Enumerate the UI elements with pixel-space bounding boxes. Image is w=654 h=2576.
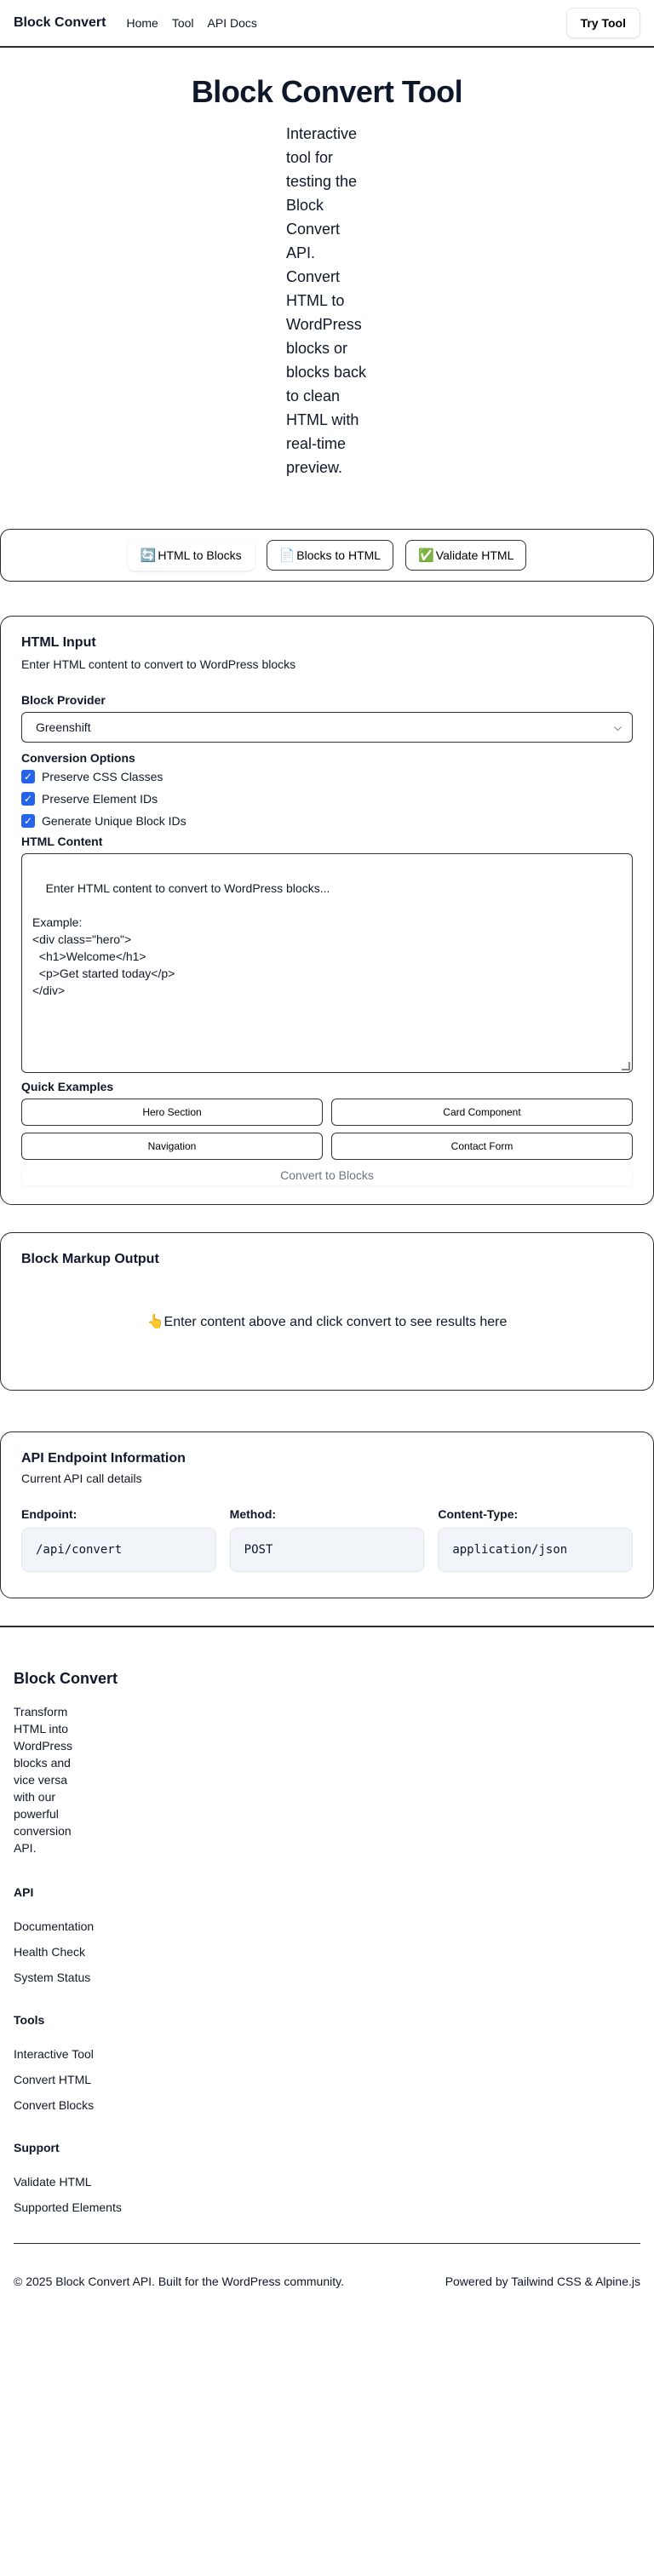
tab-blocks-to-html[interactable]: 📄 Blocks to HTML (266, 540, 394, 571)
tab-label: HTML to Blocks (158, 548, 242, 563)
api-endpoint-field: Endpoint: /api/convert (21, 1507, 216, 1573)
footer-heading-tools: Tools (14, 2013, 45, 2028)
footer-description: Transform HTML into WordPress blocks and… (14, 1705, 72, 1856)
nav-link-home[interactable]: Home (126, 16, 158, 30)
tab-label: Validate HTML (435, 548, 514, 563)
footer-bottom-bar: © 2025 Block Convert API. Built for the … (14, 2243, 640, 2288)
site-footer: Block Convert Transform HTML into WordPr… (0, 1626, 654, 2288)
footer-link-health-check[interactable]: Health Check (14, 1945, 640, 1959)
api-endpoint-card: API Endpoint Information Current API cal… (0, 1431, 654, 1599)
resize-handle-icon[interactable] (622, 1062, 630, 1071)
footer-link-validate-html[interactable]: Validate HTML (14, 2175, 640, 2189)
arrows-cycle-icon: 🔄 (140, 548, 157, 564)
api-method-value: POST (229, 1528, 425, 1573)
option-label: Preserve CSS Classes (42, 770, 164, 784)
api-endpoint-value: /api/convert (21, 1528, 216, 1573)
example-contact-form-button[interactable]: Contact Form (331, 1133, 633, 1161)
html-content-textarea[interactable]: Enter HTML content to convert to WordPre… (21, 853, 633, 1074)
footer-heading-support: Support (14, 2141, 60, 2155)
footer-link-documentation[interactable]: Documentation (14, 1919, 640, 1933)
quick-examples-grid: Hero Section Card Component Navigation C… (21, 1099, 633, 1161)
checkbox-checked-icon[interactable]: ✓ (21, 792, 35, 806)
convert-to-blocks-button[interactable]: Convert to Blocks (21, 1165, 633, 1186)
api-field-label: Method: (229, 1507, 277, 1522)
example-hero-section-button[interactable]: Hero Section (21, 1099, 323, 1127)
block-markup-output-card: Block Markup Output 👆Enter content above… (0, 1232, 654, 1391)
api-field-label: Content-Type: (438, 1507, 519, 1522)
footer-link-interactive-tool[interactable]: Interactive Tool (14, 2047, 640, 2061)
option-label: Preserve Element IDs (42, 792, 158, 806)
empty-output-text: Enter content above and click convert to… (164, 1315, 508, 1330)
card-title: Block Markup Output (21, 1252, 159, 1267)
checkbox-checked-icon[interactable]: ✓ (21, 814, 35, 829)
example-card-component-button[interactable]: Card Component (331, 1099, 633, 1127)
mode-tabs: 🔄 HTML to Blocks 📄 Blocks to HTML ✅ Vali… (0, 529, 654, 582)
hero-section: Block Convert Tool Interactive tool for … (0, 48, 654, 479)
nav-link-api-docs[interactable]: API Docs (208, 16, 257, 30)
empty-output-message: 👆Enter content above and click convert t… (21, 1313, 633, 1330)
option-preserve-element-ids[interactable]: ✓ Preserve Element IDs (21, 792, 633, 806)
page-title: Block Convert Tool (191, 74, 463, 109)
example-navigation-button[interactable]: Navigation (21, 1133, 323, 1161)
hero-description: Interactive tool for testing the Block C… (286, 125, 367, 477)
footer-brand: Block Convert (14, 1670, 118, 1688)
footer-link-supported-elements[interactable]: Supported Elements (14, 2200, 640, 2214)
textarea-placeholder: Enter HTML content to convert to WordPre… (32, 881, 330, 998)
block-provider-value: Greenshift (36, 720, 91, 735)
try-tool-button[interactable]: Try Tool (565, 8, 640, 38)
card-title: API Endpoint Information (21, 1451, 186, 1466)
brand-row: Block Convert Home Tool API Docs (14, 15, 257, 31)
html-content-label: HTML Content (21, 835, 103, 849)
card-title: HTML Input (21, 635, 96, 651)
conversion-options-label: Conversion Options (21, 751, 135, 766)
option-generate-unique-block-ids[interactable]: ✓ Generate Unique Block IDs (21, 814, 633, 829)
footer-link-convert-blocks[interactable]: Convert Blocks (14, 2098, 640, 2112)
html-input-card: HTML Input Enter HTML content to convert… (0, 616, 654, 1206)
api-content-type-field: Content-Type: application/json (438, 1507, 633, 1573)
tab-validate-html[interactable]: ✅ Validate HTML (405, 540, 527, 571)
main-nav: Home Tool API Docs (126, 16, 256, 30)
api-field-label: Endpoint: (21, 1507, 77, 1522)
checkbox-checked-icon[interactable]: ✓ (21, 770, 35, 784)
quick-examples-label: Quick Examples (21, 1080, 114, 1094)
api-details-grid: Endpoint: /api/convert Method: POST Cont… (21, 1507, 633, 1573)
chevron-down-icon: ⌵ (613, 720, 622, 733)
footer-link-convert-html[interactable]: Convert HTML (14, 2073, 640, 2086)
nav-link-tool[interactable]: Tool (172, 16, 194, 30)
footer-link-system-status[interactable]: System Status (14, 1971, 640, 1984)
copyright-text: © 2025 Block Convert API. Built for the … (14, 2275, 344, 2289)
footer-heading-api: API (14, 1885, 34, 1900)
card-subtitle: Current API call details (21, 1472, 142, 1486)
tab-label: Blocks to HTML (296, 548, 382, 563)
block-provider-label: Block Provider (21, 693, 106, 708)
api-content-type-value: application/json (438, 1528, 633, 1573)
block-provider-select[interactable]: Greenshift ⌵ (21, 712, 633, 743)
document-icon: 📄 (278, 548, 295, 564)
card-subtitle: Enter HTML content to convert to WordPre… (21, 657, 296, 672)
pointing-hand-icon: 👆 (146, 1315, 164, 1330)
powered-by-text: Powered by Tailwind CSS & Alpine.js (445, 2275, 640, 2289)
check-mark-icon: ✅ (418, 548, 434, 564)
site-header: Block Convert Home Tool API Docs Try Too… (0, 0, 654, 48)
option-preserve-css-classes[interactable]: ✓ Preserve CSS Classes (21, 770, 633, 784)
option-label: Generate Unique Block IDs (42, 814, 186, 829)
api-method-field: Method: POST (229, 1507, 425, 1573)
tab-html-to-blocks[interactable]: 🔄 HTML to Blocks (127, 540, 255, 571)
brand-logo-text[interactable]: Block Convert (14, 15, 106, 31)
